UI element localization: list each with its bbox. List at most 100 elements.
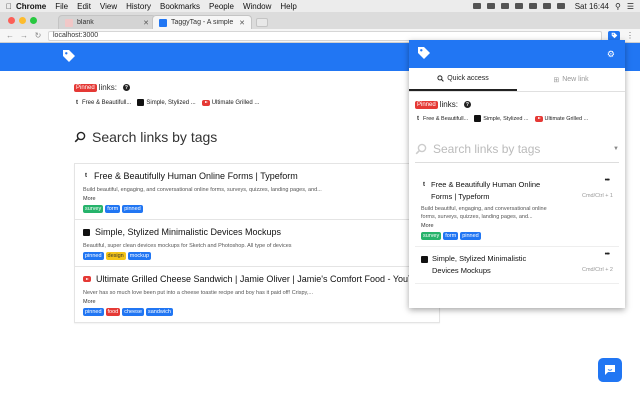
- link-title[interactable]: Simple, Stylized Minimalistic Devices Mo…: [95, 226, 281, 239]
- tag[interactable]: food: [105, 308, 121, 316]
- tray-icon[interactable]: [500, 3, 509, 9]
- link-title[interactable]: Ultimate Grilled Cheese Sandwich | Jamie…: [96, 273, 428, 286]
- tag[interactable]: survey: [83, 205, 104, 213]
- mockup-icon: [83, 229, 90, 236]
- menu-view[interactable]: View: [100, 2, 117, 11]
- tag[interactable]: pinned: [122, 205, 143, 213]
- window-controls: [8, 17, 37, 24]
- tag[interactable]: mockup: [127, 252, 152, 260]
- chat-button[interactable]: [598, 358, 622, 382]
- typeform-icon: t: [76, 99, 78, 106]
- plus-square-icon: ⊞: [553, 76, 560, 84]
- tag[interactable]: pinned: [83, 252, 104, 260]
- link-card[interactable]: t Free & Beautifully Human Online Forms …: [74, 163, 440, 220]
- apple-icon[interactable]: : [6, 2, 16, 11]
- tag-search[interactable]: Search links by tags: [74, 129, 217, 145]
- pinned-link-label: Ultimate Grilled ...: [544, 115, 589, 122]
- pinned-links-header: Pinned links: ?: [74, 83, 130, 92]
- help-icon[interactable]: ?: [463, 101, 471, 108]
- menu-edit[interactable]: Edit: [77, 2, 91, 11]
- reload-icon[interactable]: ↻: [34, 31, 42, 40]
- tab-quick-access[interactable]: Quick access: [409, 68, 517, 91]
- link-title[interactable]: Simple, Stylized Minimalistic Devices Mo…: [432, 253, 553, 277]
- more-options-icon[interactable]: •••: [605, 177, 610, 184]
- pinned-badge: Pinned: [74, 83, 97, 92]
- link-card[interactable]: Simple, Stylized Minimalistic Devices Mo…: [74, 220, 440, 267]
- pinned-link[interactable]: t Free & Beautifull...: [74, 99, 131, 106]
- tag[interactable]: survey: [421, 232, 442, 240]
- search-input[interactable]: Search links by tags: [92, 129, 217, 145]
- link-card[interactable]: Ultimate Grilled Cheese Sandwich | Jamie…: [74, 267, 440, 323]
- tray-icon[interactable]: [486, 3, 495, 9]
- search-input[interactable]: Search links by tags: [433, 142, 607, 156]
- taggytag-favicon: [159, 18, 167, 27]
- tag[interactable]: form: [105, 205, 121, 213]
- popup-tabs: Quick access ⊞ New link: [409, 68, 625, 92]
- wifi-icon[interactable]: [528, 3, 537, 9]
- close-tab-icon[interactable]: ✕: [143, 19, 149, 27]
- chevron-down-icon[interactable]: ▼: [613, 146, 619, 152]
- tab-blank[interactable]: blank ✕: [58, 15, 156, 29]
- tray-icon[interactable]: [472, 3, 481, 9]
- more-link[interactable]: More: [83, 299, 431, 305]
- search-icon: [415, 143, 427, 155]
- link-card[interactable]: t Free & Beautifully Human Online Forms …: [415, 173, 619, 247]
- tray-icon[interactable]: [514, 3, 523, 9]
- menu-window[interactable]: Window: [243, 2, 271, 11]
- minimize-window-icon[interactable]: [19, 17, 26, 24]
- close-tab-icon[interactable]: ✕: [239, 19, 245, 27]
- popup-tag-search[interactable]: Search links by tags ▼: [415, 142, 619, 163]
- youtube-icon: [201, 99, 210, 106]
- menu-list-icon[interactable]: ☰: [627, 2, 634, 11]
- link-title[interactable]: Free & Beautifully Human Online Forms | …: [431, 179, 553, 203]
- tab-label: Quick access: [447, 75, 489, 82]
- link-title[interactable]: Free & Beautifully Human Online Forms | …: [94, 170, 298, 183]
- tag[interactable]: cheese: [122, 308, 144, 316]
- tag[interactable]: form: [443, 232, 459, 240]
- forward-icon[interactable]: →: [20, 31, 28, 40]
- menu-people[interactable]: People: [209, 2, 234, 11]
- menu-bar:  Chrome File Edit View History Bookmark…: [0, 0, 640, 12]
- help-icon[interactable]: ?: [122, 84, 130, 91]
- tag[interactable]: sandwich: [146, 308, 173, 316]
- menu-history[interactable]: History: [126, 2, 151, 11]
- keyboard-shortcut: Cmd/Ctrl + 1: [581, 193, 613, 199]
- pinned-link[interactable]: Simple, Stylized ...: [474, 115, 529, 122]
- link-list: t Free & Beautifully Human Online Forms …: [74, 163, 440, 323]
- link-description: Build beautiful, engaging, and conversat…: [421, 206, 547, 220]
- flag-icon[interactable]: [556, 3, 565, 9]
- pinned-link[interactable]: Ultimate Grilled ...: [201, 99, 259, 106]
- taggytag-logo-icon[interactable]: [62, 49, 76, 63]
- pinned-link[interactable]: t Free & Beautifull...: [415, 115, 468, 122]
- tab-taggytag[interactable]: TaggyTag - A simple bookmark ✕: [152, 15, 252, 29]
- link-description: Never has so much love been put into a c…: [83, 290, 314, 296]
- battery-icon[interactable]: [542, 3, 551, 9]
- close-window-icon[interactable]: [8, 17, 15, 24]
- new-tab-button[interactable]: [256, 18, 268, 27]
- address-bar[interactable]: localhost:3000: [48, 30, 602, 41]
- browser-menu-icon[interactable]: ⋮: [626, 31, 634, 40]
- tag[interactable]: pinned: [460, 232, 481, 240]
- clock[interactable]: Sat 16:44: [575, 2, 609, 11]
- menu-app[interactable]: Chrome: [16, 2, 46, 11]
- tag[interactable]: design: [105, 252, 126, 260]
- link-card[interactable]: Simple, Stylized Minimalistic Devices Mo…: [415, 247, 619, 284]
- menu-bookmarks[interactable]: Bookmarks: [160, 2, 200, 11]
- tab-title: TaggyTag - A simple bookmark: [171, 19, 235, 26]
- more-options-icon[interactable]: •••: [605, 251, 610, 258]
- pinned-link[interactable]: Simple, Stylized ...: [137, 99, 196, 106]
- settings-gear-icon[interactable]: ⚙: [607, 49, 615, 60]
- popup-pinned-header: Pinned links: ?: [409, 92, 625, 109]
- more-link[interactable]: More: [83, 196, 431, 202]
- url-text: localhost:3000: [53, 32, 99, 39]
- taggytag-extension-button[interactable]: [608, 30, 620, 41]
- more-link[interactable]: More: [421, 223, 615, 229]
- menu-help[interactable]: Help: [280, 2, 296, 11]
- tab-new-link[interactable]: ⊞ New link: [517, 68, 625, 91]
- maximize-window-icon[interactable]: [30, 17, 37, 24]
- pinned-link[interactable]: Ultimate Grilled ...: [534, 115, 589, 122]
- tag[interactable]: pinned: [83, 308, 104, 316]
- back-icon[interactable]: ←: [6, 31, 14, 40]
- search-icon[interactable]: ⚲: [615, 2, 621, 11]
- menu-file[interactable]: File: [55, 2, 68, 11]
